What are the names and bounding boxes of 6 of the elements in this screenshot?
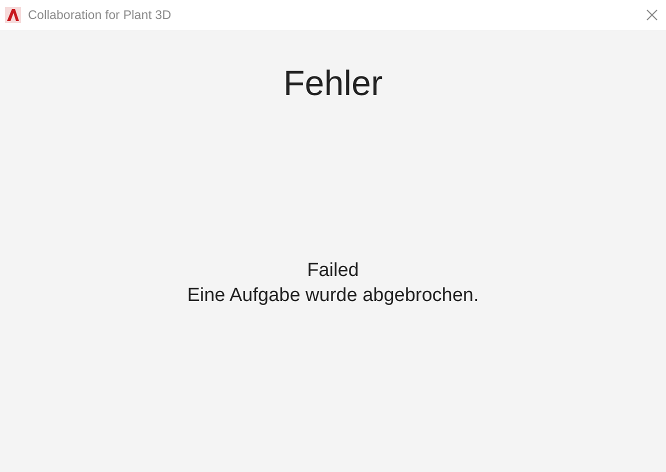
status-text: Failed (307, 259, 359, 283)
error-heading: Fehler (283, 64, 383, 104)
app-logo-icon (5, 7, 21, 23)
error-message: Eine Aufgabe wurde abgebrochen. (187, 284, 479, 308)
close-icon[interactable] (646, 9, 658, 21)
window-title: Collaboration for Plant 3D (28, 8, 172, 22)
